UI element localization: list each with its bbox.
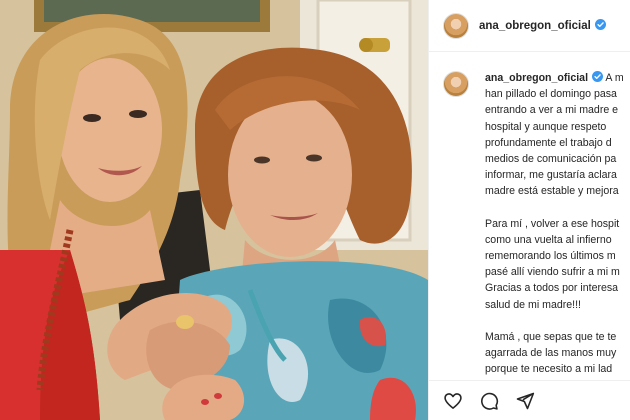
caption-text-line: informar, me gustaría aclara [485, 169, 617, 182]
caption-text-line: salud de mi madre!!! [485, 298, 581, 311]
caption-row: ana_obregon_oficial A m han pillado el d… [429, 70, 630, 380]
caption-body: ana_obregon_oficial A m han pillado el d… [485, 70, 630, 380]
caption-text-line: Gracias a todos por interesa [485, 282, 619, 295]
caption-text-line: han pillado el domingo pasa [485, 88, 617, 101]
post-side-panel: ana_obregon_oficial ana_obregon_oficial … [428, 0, 630, 420]
caption-paragraph-1: ana_obregon_oficial A m han pillado el d… [485, 70, 630, 200]
caption-paragraph-2: Para mí , volver a ese hospit como una v… [485, 216, 630, 313]
comment-icon [481, 392, 499, 410]
post-username-text[interactable]: ana_obregon_oficial [479, 20, 591, 32]
caption-avatar[interactable] [443, 71, 469, 97]
post-header: ana_obregon_oficial [429, 0, 630, 52]
caption-text-line: medios de comunicación pa [485, 153, 617, 166]
comment-button[interactable] [477, 389, 501, 413]
caption-text-line: A m [605, 72, 624, 84]
like-button[interactable] [441, 389, 465, 413]
post-actions-bar [429, 380, 630, 420]
post-username[interactable]: ana_obregon_oficial [479, 19, 606, 32]
caption-username[interactable]: ana_obregon_oficial [485, 72, 588, 84]
caption-text-line: porque te necesito a mi lad [485, 363, 613, 376]
caption-paragraph-3: Mamá , que sepas que te te agarrada de l… [485, 329, 630, 380]
caption-text-line: pasé allí viendo sufrir a mi m [485, 266, 620, 279]
heart-icon [444, 392, 462, 409]
caption-text-line: agarrada de las manos muy [485, 347, 617, 360]
share-icon [516, 392, 535, 409]
post-photo [0, 0, 428, 420]
caption-text-line: profundamente el trabajo d [485, 136, 612, 149]
caption-text-line: madre está estable y mejora [485, 185, 619, 198]
caption-area: ana_obregon_oficial A m han pillado el d… [429, 70, 630, 380]
caption-text-line: rememorando los últimos m [485, 250, 616, 263]
caption-text-line: Para mí , volver a ese hospit [485, 217, 620, 230]
caption-text-line: entrando a ver a mi madre e [485, 104, 619, 117]
caption-text-line: como una vuelta al infierno [485, 233, 612, 246]
caption-text-line: hospital y aunque respeto [485, 120, 607, 133]
share-button[interactable] [513, 389, 537, 413]
post-photo-illustration [0, 0, 428, 420]
verified-badge-icon [594, 19, 606, 30]
caption-text-line: Mamá , que sepas que te te [485, 330, 617, 343]
avatar[interactable] [443, 12, 469, 39]
verified-badge-icon [592, 71, 604, 82]
caption-first-line: ana_obregon_oficial A m [485, 70, 630, 86]
